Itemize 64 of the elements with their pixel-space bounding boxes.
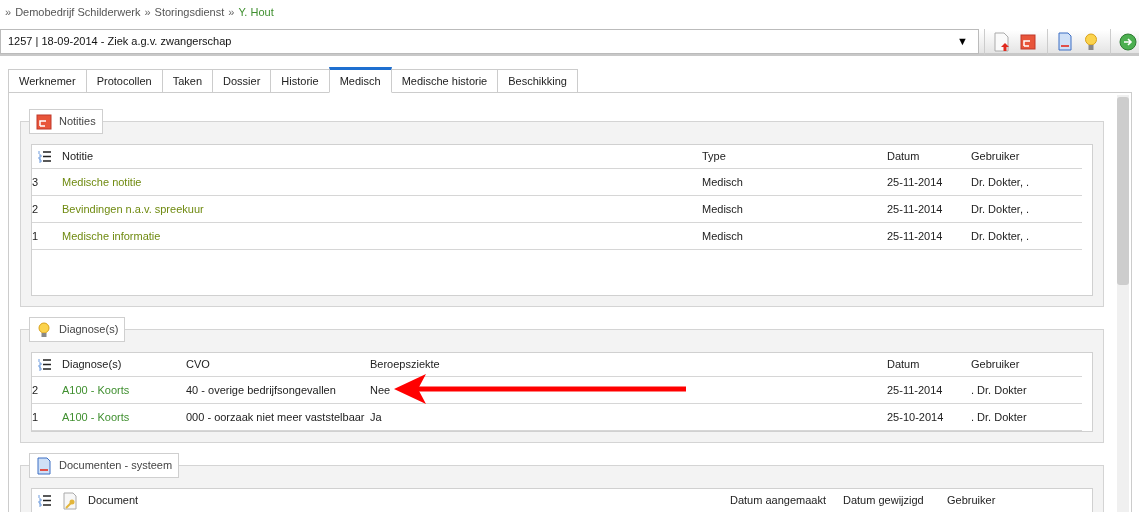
column-header: Diagnose(s) [62,357,123,373]
numbered-list-icon[interactable] [38,494,52,507]
table-cell-text: Dr. Dokter, . [971,228,1030,244]
table-cell-text: . Dr. Dokter [971,409,1027,425]
breadcrumb-link[interactable]: Y. Hout [238,3,274,21]
file-upload-icon[interactable] [993,31,1011,52]
breadcrumb-link[interactable]: Demobedrijf Schilderwerk [15,3,141,21]
breadcrumb-link[interactable]: Storingsdienst [154,3,225,21]
table-cell-text: 40 - overige bedrijfsongevallen [186,382,336,398]
table-cell-text: Nee [370,382,391,398]
table-cell-text: Dr. Dokter, . [971,174,1030,190]
numbered-list-icon[interactable] [38,150,52,163]
tab[interactable]: Medisch [328,67,392,93]
table-cell-text: 3 [32,174,39,190]
column-header: Notitie [62,149,95,165]
panel-title: Documenten - systeem [59,458,173,474]
tab[interactable]: Beschikking [497,69,578,93]
table-cell-text: 2 [32,382,39,398]
lightbulb-icon [36,321,52,338]
case-dropdown[interactable]: 1257 | 18-09-2014 - Ziek a.g.v. zwangerschap ▼ [0,29,979,54]
column-header: Datum [887,357,921,373]
tab[interactable]: Werknemer [8,69,87,93]
column-header: Gebruiker [971,357,1021,373]
column-header: CVO [186,357,211,373]
table-cell-text: Medisch [702,201,743,217]
numbered-list-icon[interactable] [38,358,52,371]
table-cell-text: 1 [32,228,39,244]
panel-title: Diagnose(s) [59,322,119,338]
column-header: Document [88,493,140,509]
table-cell-text: 25-11-2014 [887,228,943,244]
table-cell-text: Dr. Dokter, . [971,201,1030,217]
table-cell-text: 25-11-2014 [887,201,943,217]
column-header: Gebruiker [971,149,1021,165]
lightbulb-icon[interactable] [1082,32,1099,51]
table-cell-text: 25-10-2014 [887,409,944,425]
column-header: Datum aangemaakt [730,493,827,509]
breadcrumb-separator: » [5,4,12,20]
column-header: Datum gewijzigd [843,493,925,509]
column-header: Gebruiker [947,493,997,509]
scrollbar[interactable] [1117,95,1129,512]
table-cell-text: 1 [32,409,39,425]
row-link[interactable]: Medische informatie [62,227,161,245]
document-icon[interactable] [1057,32,1073,51]
table-cell-text: 000 - oorzaak niet meer vaststelbaar [186,409,365,425]
table-cell-text: 2 [32,201,39,217]
row-link[interactable]: Bevindingen n.a.v. spreekuur [62,200,204,218]
table-cell-text: 25-11-2014 [887,382,943,398]
table-cell-text: . Dr. Dokter [971,382,1027,398]
breadcrumb-separator: » [228,4,235,20]
table-cell-text: Medisch [702,228,743,244]
table-cell-text: 25-11-2014 [887,174,943,190]
note-icon [36,113,52,130]
row-link[interactable]: A100 - Koorts [62,381,130,399]
column-header: Datum [887,149,921,165]
breadcrumb-separator: » [144,4,151,20]
row-link[interactable]: A100 - Koorts [62,408,130,426]
table-cell-text: Medisch [702,174,743,190]
row-link[interactable]: Medische notitie [62,173,142,191]
table-cell-text: Ja [370,409,382,425]
column-header: Beroepsziekte [370,357,441,373]
panel-title: Notities [59,114,96,130]
document-icon [36,456,52,475]
column-header: Type [702,149,727,165]
note-icon[interactable] [1019,33,1036,50]
